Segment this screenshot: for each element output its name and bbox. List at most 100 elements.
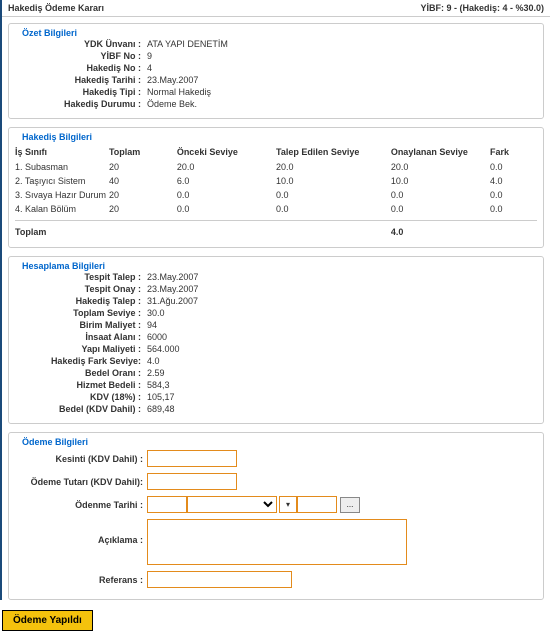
aciklama-input[interactable]: [147, 519, 407, 565]
td: 20: [109, 190, 177, 200]
calc-row: Hakediş Fark Seviye:4.0: [15, 355, 537, 367]
label: Hizmet Bedeli :: [15, 380, 145, 390]
calc-row: İnsaat Alanı :6000: [15, 331, 537, 343]
kesinti-label: Kesinti (KDV Dahil) :: [15, 454, 147, 464]
table-row: 2. Taşıyıcı Sistem406.010.010.04.0: [15, 174, 537, 188]
td: 40: [109, 176, 177, 186]
value: 31.Ağu.2007: [145, 296, 198, 306]
label: İnsaat Alanı :: [15, 332, 145, 342]
summary-section: Özet Bilgileri YDK Ünvanı :ATA YAPI DENE…: [8, 23, 544, 119]
calc-row: Birim Maliyet :94: [15, 319, 537, 331]
header-info: YİBF: 9 - (Hakediş: 4 - %30.0): [420, 3, 544, 13]
label: YİBF No :: [15, 51, 145, 61]
label: Birim Maliyet :: [15, 320, 145, 330]
calc-row: Tespit Talep :23.May.2007: [15, 271, 537, 283]
td: 0.0: [490, 162, 537, 172]
label: Tespit Talep :: [15, 272, 145, 282]
th: Onaylanan Seviye: [391, 147, 490, 157]
td: 0.0: [490, 204, 537, 214]
th: Önceki Seviye: [177, 147, 276, 157]
hakedis-section: Hakediş Bilgileri İş Sınıfı Toplam Öncek…: [8, 127, 544, 248]
calc-row: Bedel (KDV Dahil) :689,48: [15, 403, 537, 415]
aciklama-label: Açıklama :: [15, 519, 147, 545]
th: Fark: [490, 147, 537, 157]
label: Hakediş Talep :: [15, 296, 145, 306]
td: 4. Kalan Bölüm: [15, 204, 109, 214]
hakedis-legend: Hakediş Bilgileri: [19, 132, 95, 142]
value: 105,17: [145, 392, 175, 402]
label: Hakediş Tarihi :: [15, 75, 145, 85]
value: ATA YAPI DENETİM: [145, 39, 228, 49]
td: 0.0: [490, 190, 537, 200]
calc-section: Hesaplama Bilgileri Tespit Talep :23.May…: [8, 256, 544, 424]
label: Bedel (KDV Dahil) :: [15, 404, 145, 414]
value: Ödeme Bek.: [145, 99, 197, 109]
td: 6.0: [177, 176, 276, 186]
label: Tespit Onay :: [15, 284, 145, 294]
calc-row: Hizmet Bedeli :584,3: [15, 379, 537, 391]
value: 4: [145, 63, 152, 73]
value: 23.May.2007: [145, 284, 198, 294]
summary-legend: Özet Bilgileri: [19, 28, 80, 38]
td: 4.0: [490, 176, 537, 186]
table-row: 1. Subasman2020.020.020.00.0: [15, 160, 537, 174]
td: 20.0: [177, 162, 276, 172]
value: 9: [145, 51, 152, 61]
label: Hakediş Fark Seviye:: [15, 356, 145, 366]
td: 0.0: [177, 190, 276, 200]
td: 20.0: [391, 162, 490, 172]
td: 3. Sıvaya Hazır Durum: [15, 190, 109, 200]
td: 0.0: [391, 204, 490, 214]
total-label: Toplam: [15, 227, 109, 237]
td: 10.0: [276, 176, 391, 186]
value: 6000: [145, 332, 167, 342]
odeme-yapildi-button[interactable]: Ödeme Yapıldı: [2, 610, 93, 631]
td: 0.0: [276, 204, 391, 214]
value: 689,48: [145, 404, 175, 414]
tarih-month-select[interactable]: [187, 496, 277, 513]
label: YDK Ünvanı :: [15, 39, 145, 49]
value: 23.May.2007: [145, 272, 198, 282]
calc-row: Tespit Onay :23.May.2007: [15, 283, 537, 295]
table-row: 4. Kalan Bölüm200.00.00.00.0: [15, 202, 537, 216]
table-row: 3. Sıvaya Hazır Durum200.00.00.00.0: [15, 188, 537, 202]
td: 20.0: [276, 162, 391, 172]
tarih-day-input[interactable]: [147, 496, 187, 513]
label: Hakediş Durumu :: [15, 99, 145, 109]
page-title: Hakediş Ödeme Kararı: [8, 3, 104, 13]
th: İş Sınıfı: [15, 147, 109, 157]
value: 584,3: [145, 380, 170, 390]
date-picker-button[interactable]: ...: [340, 497, 360, 513]
value: 94: [145, 320, 157, 330]
td: 0.0: [276, 190, 391, 200]
td: 20: [109, 162, 177, 172]
kesinti-input[interactable]: [147, 450, 237, 467]
tutar-input[interactable]: [147, 473, 237, 490]
label: Yapı Maliyeti :: [15, 344, 145, 354]
calc-row: KDV (18%) :105,17: [15, 391, 537, 403]
referans-label: Referans :: [15, 575, 147, 585]
value: 30.0: [145, 308, 165, 318]
page-header: Hakediş Ödeme Kararı YİBF: 9 - (Hakediş:…: [2, 0, 550, 17]
td: 10.0: [391, 176, 490, 186]
referans-input[interactable]: [147, 571, 292, 588]
label: Hakediş Tipi :: [15, 87, 145, 97]
calc-row: Yapı Maliyeti :564.000: [15, 343, 537, 355]
td: 2. Taşıyıcı Sistem: [15, 176, 109, 186]
total-value: 4.0: [391, 227, 490, 237]
payment-legend: Ödeme Bilgileri: [19, 437, 91, 447]
tarih-label: Ödenme Tarihi :: [15, 500, 147, 510]
value: 2.59: [145, 368, 165, 378]
total-row: Toplam 4.0: [15, 225, 537, 239]
td: 0.0: [177, 204, 276, 214]
calc-legend: Hesaplama Bilgileri: [19, 261, 108, 271]
payment-section: Ödeme Bilgileri Kesinti (KDV Dahil) : Öd…: [8, 432, 544, 600]
tarih-year-input[interactable]: [297, 496, 337, 513]
label: Toplam Seviye :: [15, 308, 145, 318]
td: 1. Subasman: [15, 162, 109, 172]
tutar-label: Ödeme Tutarı (KDV Dahil):: [15, 477, 147, 487]
calc-row: Bedel Oranı :2.59: [15, 367, 537, 379]
chevron-down-icon[interactable]: ▾: [279, 496, 297, 513]
value: Normal Hakediş: [145, 87, 211, 97]
value: 4.0: [145, 356, 160, 366]
